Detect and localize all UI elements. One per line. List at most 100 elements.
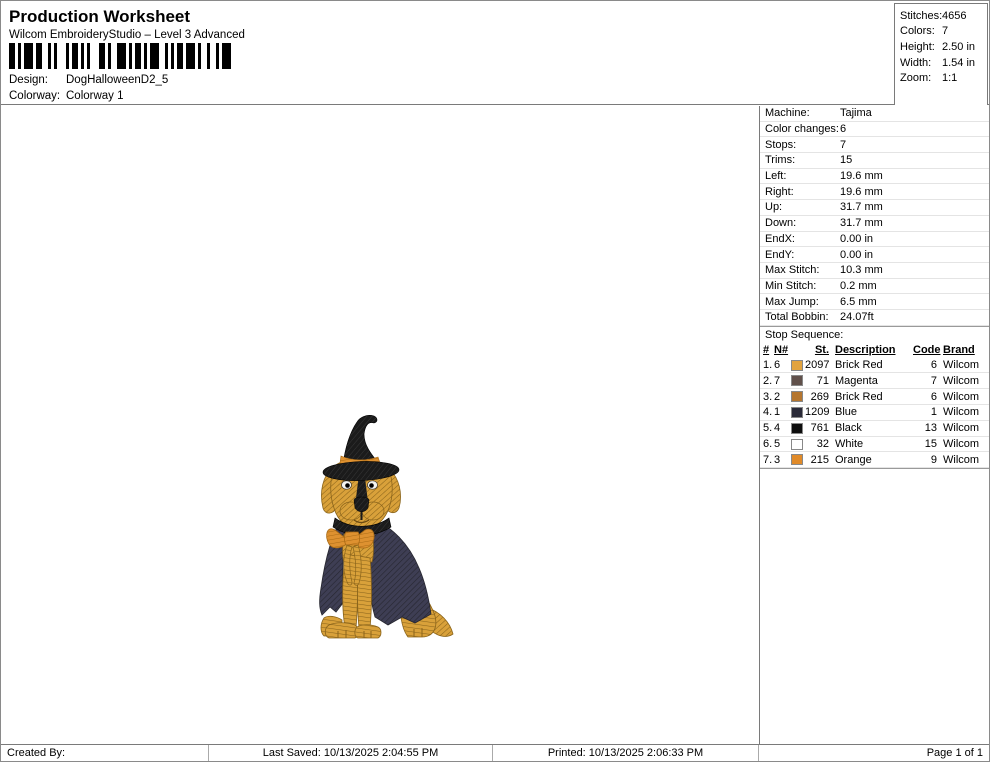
thread-code: 15 bbox=[924, 438, 937, 450]
col-stitches: St. bbox=[814, 343, 829, 356]
stat-row-height: Height: 2.50 in bbox=[895, 39, 987, 55]
thread-code: 7 bbox=[930, 374, 937, 387]
stop-sequence-row: 6. 5 32 White 15 Wilcom bbox=[760, 437, 989, 453]
machine-info-row: Down: 31.7 mm bbox=[760, 216, 989, 232]
stat-label: Width: bbox=[900, 56, 932, 69]
stitch-count: 71 bbox=[816, 374, 829, 387]
mi-value: 7 bbox=[840, 138, 847, 151]
mi-value: 0.00 in bbox=[840, 232, 874, 245]
mi-label: EndY: bbox=[765, 248, 795, 261]
mi-value: 15 bbox=[840, 154, 853, 167]
thread-brand: Wilcom bbox=[943, 390, 980, 403]
thread-description: Black bbox=[835, 422, 862, 435]
thread-description: Orange bbox=[835, 453, 872, 466]
mi-label: Min Stitch: bbox=[765, 279, 817, 292]
machine-info-row: Stops: 7 bbox=[760, 137, 989, 154]
dog-eye-right-pupil bbox=[369, 483, 374, 488]
mi-value: 0.00 in bbox=[840, 248, 874, 261]
stat-value: 2.50 in bbox=[942, 40, 976, 53]
worksheet-footer: Created By: Last Saved: 10/13/2025 2:04:… bbox=[1, 744, 989, 761]
stat-label: Zoom: bbox=[900, 72, 932, 85]
witch-cape-right-panel bbox=[366, 517, 432, 626]
thread-brand: Wilcom bbox=[943, 359, 980, 372]
mi-value: 19.6 mm bbox=[840, 170, 883, 183]
thread-color-swatch bbox=[791, 391, 803, 403]
stat-row-width: Width: 1.54 in bbox=[895, 55, 987, 71]
machine-info-row: Left: 19.6 mm bbox=[760, 169, 989, 185]
dog-front-paw-left bbox=[324, 622, 359, 639]
needle-num: 1 bbox=[774, 406, 781, 419]
mi-label: Total Bobbin: bbox=[765, 311, 829, 324]
stat-value: 4656 bbox=[942, 9, 967, 22]
thread-description: Brick Red bbox=[835, 359, 883, 372]
stop-sequence-table-end bbox=[760, 468, 989, 470]
thread-brand: Wilcom bbox=[943, 422, 980, 435]
stitch-count: 761 bbox=[810, 422, 829, 435]
mi-label: Machine: bbox=[765, 107, 810, 120]
thread-brand: Wilcom bbox=[943, 406, 980, 419]
mi-value: 6 bbox=[840, 123, 847, 136]
needle-num: 7 bbox=[774, 374, 781, 387]
machine-info-row: Up: 31.7 mm bbox=[760, 200, 989, 216]
machine-info-row: Machine: Tajima bbox=[760, 106, 989, 122]
mi-label: Max Jump: bbox=[765, 295, 819, 308]
colorway-label: Colorway: bbox=[9, 90, 61, 102]
row-num: 1. bbox=[763, 359, 773, 372]
thread-brand: Wilcom bbox=[943, 453, 980, 466]
design-barcode bbox=[9, 43, 234, 69]
needle-num: 5 bbox=[774, 438, 781, 450]
thread-description: White bbox=[835, 438, 864, 450]
mi-value: 24.07ft bbox=[840, 311, 874, 324]
mi-value: 6.5 mm bbox=[840, 295, 877, 308]
stat-value: 1:1 bbox=[942, 72, 958, 85]
worksheet-header: Production Worksheet Wilcom EmbroiderySt… bbox=[1, 1, 989, 105]
thread-code: 6 bbox=[930, 359, 937, 372]
stop-sequence-row: 5. 4 761 Black 13 Wilcom bbox=[760, 421, 989, 437]
bow-knot bbox=[344, 531, 360, 546]
stat-label: Colors: bbox=[900, 25, 935, 38]
stitch-count: 1209 bbox=[805, 406, 830, 419]
stop-sequence-title: Stop Sequence: bbox=[760, 325, 989, 342]
thread-code: 13 bbox=[924, 422, 937, 435]
dog-eye-left-pupil bbox=[345, 483, 350, 488]
production-worksheet-page: Production Worksheet Wilcom EmbroiderySt… bbox=[0, 0, 990, 762]
footer-page-number: Page 1 of 1 bbox=[926, 747, 983, 759]
needle-num: 2 bbox=[774, 390, 781, 403]
row-num: 7. bbox=[763, 453, 773, 466]
col-needle: N# bbox=[774, 343, 789, 356]
needle-num: 6 bbox=[774, 359, 781, 372]
stop-sequence-row: 2. 7 71 Magenta 7 Wilcom bbox=[760, 373, 989, 390]
design-canvas bbox=[1, 106, 759, 746]
stat-row-zoom: Zoom: 1:1 bbox=[895, 70, 987, 86]
thread-description: Blue bbox=[835, 406, 858, 419]
stitch-count: 2097 bbox=[805, 359, 830, 372]
machine-info-row: EndX: 0.00 in bbox=[760, 232, 989, 248]
mi-value: 0.2 mm bbox=[840, 279, 877, 292]
machine-info-row: Color changes: 6 bbox=[760, 122, 989, 138]
page-title: Production Worksheet bbox=[9, 7, 191, 26]
mi-label: Max Stitch: bbox=[765, 264, 820, 277]
footer-printed: Printed: 10/13/2025 2:06:33 PM bbox=[493, 745, 759, 761]
machine-info-row: Min Stitch: 0.2 mm bbox=[760, 279, 989, 295]
mi-label: Right: bbox=[765, 185, 794, 198]
mi-value: 31.7 mm bbox=[840, 217, 883, 230]
machine-info-row: Max Stitch: 10.3 mm bbox=[760, 263, 989, 279]
stat-row-stitches: Stitches: 4656 bbox=[895, 8, 987, 24]
machine-info-row: EndY: 0.00 in bbox=[760, 247, 989, 263]
stitch-count: 269 bbox=[810, 390, 829, 403]
col-brand: Brand bbox=[943, 343, 975, 356]
row-num: 4. bbox=[763, 406, 773, 419]
machine-info-row: Trims: 15 bbox=[760, 153, 989, 169]
stat-row-colors: Colors: 7 bbox=[895, 24, 987, 40]
stop-sequence-row: 4. 1 1209 Blue 1 Wilcom bbox=[760, 405, 989, 421]
machine-info-row: Right: 19.6 mm bbox=[760, 184, 989, 201]
mi-value: 19.6 mm bbox=[840, 185, 883, 198]
machine-info-panel: Machine: Tajima Color changes: 6 Stops: 7 T… bbox=[759, 106, 989, 746]
dog-front-paw-right bbox=[354, 624, 382, 639]
col-num: # bbox=[763, 343, 770, 356]
design-value: DogHalloweenD2_5 bbox=[66, 74, 169, 86]
dog-halloween-design-preview bbox=[319, 415, 454, 639]
thread-code: 1 bbox=[930, 406, 937, 419]
thread-brand: Wilcom bbox=[943, 374, 980, 387]
mi-label: EndX: bbox=[765, 232, 795, 245]
